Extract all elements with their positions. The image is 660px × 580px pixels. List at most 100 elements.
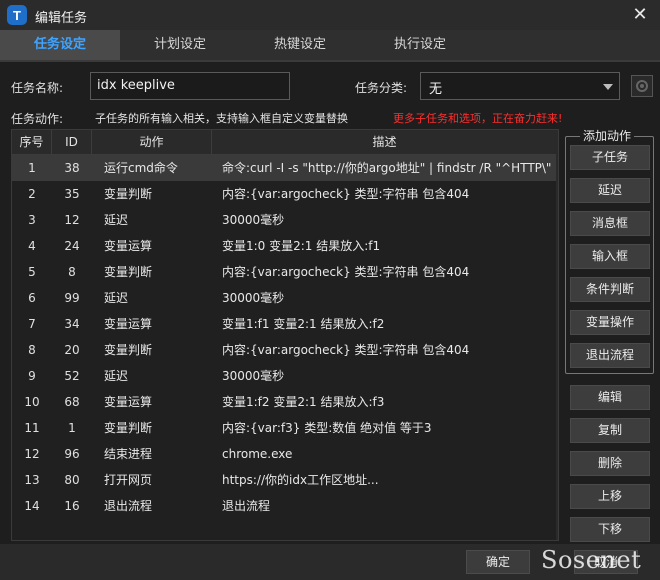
delete-button[interactable]: 删除 xyxy=(570,451,650,476)
row-id: 34 xyxy=(64,317,80,331)
row-desc: 变量1:f1 变量2:1 结果放入:f2 xyxy=(222,317,385,331)
row-no: 11 xyxy=(24,421,40,435)
row-desc: 变量1:f2 变量2:1 结果放入:f3 xyxy=(222,395,385,409)
table-row[interactable]: 4 24 变量运算 变量1:0 变量2:1 结果放入:f1 xyxy=(12,233,558,259)
table-row[interactable]: 9 52 延迟 30000毫秒 xyxy=(12,363,558,389)
row-id: 20 xyxy=(64,343,80,357)
row-id: 80 xyxy=(64,473,80,487)
hint-text: 子任务的所有输入相关，支持输入框自定义变量替换 xyxy=(95,112,348,125)
task-category-label: 任务分类: xyxy=(355,81,408,95)
row-id: 12 xyxy=(64,213,80,227)
move-down-button[interactable]: 下移 xyxy=(570,517,650,542)
watermark-text: Sosenet xyxy=(541,546,642,574)
tab-hotkey-settings[interactable]: 热键设定 xyxy=(240,30,360,60)
vertical-scrollbar[interactable] xyxy=(556,130,558,540)
table-row[interactable]: 13 80 打开网页 https://你的idx工作区地址... xyxy=(12,467,558,493)
col-header-action[interactable]: 动作 xyxy=(92,130,212,154)
row-id: 1 xyxy=(68,421,76,435)
add-condition-button[interactable]: 条件判断 xyxy=(570,277,650,302)
row-desc: 内容:{var:argocheck} 类型:字符串 包含404 xyxy=(222,187,470,201)
row-action: 变量判断 xyxy=(104,187,153,201)
row-id: 38 xyxy=(64,161,80,175)
add-exit-flow-button[interactable]: 退出流程 xyxy=(570,343,650,368)
row-desc: 内容:{var:f3} 类型:数值 绝对值 等于3 xyxy=(222,421,432,435)
task-name-label: 任务名称: xyxy=(11,81,64,95)
app-logo-icon: T xyxy=(7,5,27,25)
row-no: 5 xyxy=(28,265,36,279)
table-header: 序号 ID 动作 描述 xyxy=(12,130,558,155)
row-desc: 30000毫秒 xyxy=(222,369,285,383)
row-no: 13 xyxy=(24,473,40,487)
row-action: 结束进程 xyxy=(104,447,153,461)
row-action: 退出流程 xyxy=(104,499,153,513)
table-row[interactable]: 10 68 变量运算 变量1:f2 变量2:1 结果放入:f3 xyxy=(12,389,558,415)
row-desc: chrome.exe xyxy=(222,447,293,461)
table-row[interactable]: 12 96 结束进程 chrome.exe xyxy=(12,441,558,467)
hint-red-text: 更多子任务和选项，正在奋力赶来! xyxy=(393,112,563,125)
row-id: 99 xyxy=(64,291,80,305)
add-actions-title: 添加动作 xyxy=(580,129,635,143)
copy-button[interactable]: 复制 xyxy=(570,418,650,443)
title-bar: T 编辑任务 ✕ xyxy=(0,0,660,30)
row-no: 3 xyxy=(28,213,36,227)
table-row[interactable]: 14 16 退出流程 退出流程 xyxy=(12,493,558,519)
row-id: 16 xyxy=(64,499,80,513)
row-action: 延迟 xyxy=(104,291,129,305)
row-desc: 30000毫秒 xyxy=(222,213,285,227)
row-no: 9 xyxy=(28,369,36,383)
row-no: 4 xyxy=(28,239,36,253)
col-header-desc[interactable]: 描述 xyxy=(212,130,558,154)
row-id: 96 xyxy=(64,447,80,461)
add-inputbox-button[interactable]: 输入框 xyxy=(570,244,650,269)
row-desc: https://你的idx工作区地址... xyxy=(222,473,379,487)
row-action: 延迟 xyxy=(104,369,129,383)
add-variable-op-button[interactable]: 变量操作 xyxy=(570,310,650,335)
row-no: 2 xyxy=(28,187,36,201)
row-action: 运行cmd命令 xyxy=(104,161,178,175)
table-body: 1 38 运行cmd命令 命令:curl -I -s "http://你的argo地址… xyxy=(12,155,558,519)
add-delay-button[interactable]: 延迟 xyxy=(570,178,650,203)
row-action: 变量判断 xyxy=(104,421,153,435)
task-actions-label: 任务动作: xyxy=(11,112,64,126)
row-no: 10 xyxy=(24,395,40,409)
row-action: 打开网页 xyxy=(104,473,153,487)
row-no: 1 xyxy=(28,161,36,175)
add-subtask-button[interactable]: 子任务 xyxy=(570,145,650,170)
row-id: 8 xyxy=(68,265,76,279)
window-title: 编辑任务 xyxy=(35,11,88,26)
task-category-select[interactable]: 无 xyxy=(420,72,620,100)
row-action: 变量判断 xyxy=(104,343,153,357)
table-row[interactable]: 11 1 变量判断 内容:{var:f3} 类型:数值 绝对值 等于3 xyxy=(12,415,558,441)
task-name-input[interactable]: idx keeplive xyxy=(90,72,290,100)
table-row[interactable]: 1 38 运行cmd命令 命令:curl -I -s "http://你的argo地址… xyxy=(12,155,558,181)
table-row[interactable]: 8 20 变量判断 内容:{var:argocheck} 类型:字符串 包含404 xyxy=(12,337,558,363)
row-action: 变量运算 xyxy=(104,317,153,331)
row-action: 延迟 xyxy=(104,213,129,227)
tab-task-settings[interactable]: 任务设定 xyxy=(0,30,120,60)
table-row[interactable]: 3 12 延迟 30000毫秒 xyxy=(12,207,558,233)
col-header-id[interactable]: ID xyxy=(52,130,92,154)
gear-icon[interactable] xyxy=(631,75,653,97)
row-no: 8 xyxy=(28,343,36,357)
row-action: 变量运算 xyxy=(104,395,153,409)
tab-schedule-settings[interactable]: 计划设定 xyxy=(120,30,240,60)
table-row[interactable]: 2 35 变量判断 内容:{var:argocheck} 类型:字符串 包含404 xyxy=(12,181,558,207)
row-desc: 内容:{var:argocheck} 类型:字符串 包含404 xyxy=(222,343,470,357)
table-row[interactable]: 6 99 延迟 30000毫秒 xyxy=(12,285,558,311)
tab-bar: 任务设定 计划设定 热键设定 执行设定 xyxy=(0,30,660,62)
add-messagebox-button[interactable]: 消息框 xyxy=(570,211,650,236)
tab-execution-settings[interactable]: 执行设定 xyxy=(360,30,480,60)
edit-button[interactable]: 编辑 xyxy=(570,385,650,410)
col-header-no[interactable]: 序号 xyxy=(12,130,52,154)
row-no: 12 xyxy=(24,447,40,461)
chevron-down-icon xyxy=(603,84,613,90)
row-no: 14 xyxy=(24,499,40,513)
table-row[interactable]: 5 8 变量判断 内容:{var:argocheck} 类型:字符串 包含404 xyxy=(12,259,558,285)
row-desc: 退出流程 xyxy=(222,499,271,513)
row-no: 6 xyxy=(28,291,36,305)
task-category-value: 无 xyxy=(429,82,443,97)
close-button[interactable]: ✕ xyxy=(630,5,650,25)
ok-button[interactable]: 确定 xyxy=(466,550,530,574)
table-row[interactable]: 7 34 变量运算 变量1:f1 变量2:1 结果放入:f2 xyxy=(12,311,558,337)
move-up-button[interactable]: 上移 xyxy=(570,484,650,509)
